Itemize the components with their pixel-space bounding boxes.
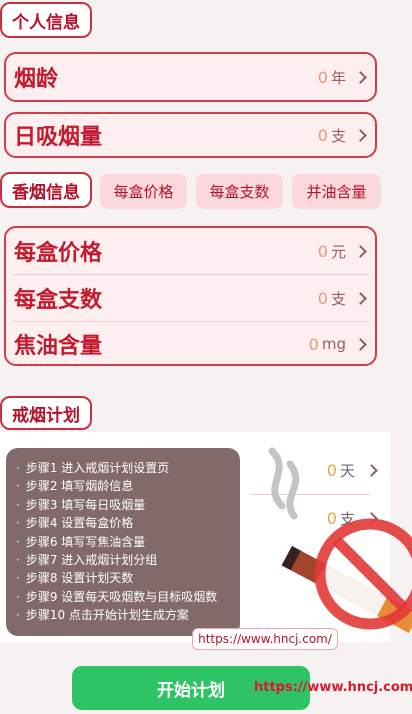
- watermark-url: https://www.hncj.com/: [192, 628, 338, 650]
- step-item: 步骤4 设置每盒价格: [16, 514, 230, 532]
- chip-count[interactable]: 每盒支数: [196, 174, 283, 209]
- step-item: 步骤6 填写写焦油含量: [16, 533, 230, 551]
- tar-unit: mg: [321, 335, 346, 353]
- daily-smoking-label: 日吸烟量: [14, 125, 103, 150]
- daily-smoking-card[interactable]: 日吸烟量 0 支: [4, 112, 377, 158]
- steps-overlay: 步骤1 进入戒烟计划设置页 步骤2 填写烟龄信息 步骤3 填写每日吸烟量 步骤4…: [6, 448, 240, 636]
- smoke-icon: [268, 447, 300, 520]
- chevron-right-icon: [354, 244, 367, 258]
- tar-label: 焦油含量: [14, 334, 103, 359]
- step-item: 步骤7 进入戒烟计划分组: [16, 551, 230, 569]
- quit-plan-title: 戒烟计划: [0, 396, 92, 430]
- step-item: 步骤1 进入戒烟计划设置页: [16, 459, 230, 477]
- step-item: 步骤2 填写烟龄信息: [16, 477, 230, 495]
- count-value: 0: [317, 288, 328, 308]
- price-row[interactable]: 每盒价格 0 元: [6, 228, 375, 274]
- chevron-right-icon: [354, 337, 367, 351]
- personal-info-title: 个人信息: [0, 2, 92, 38]
- corner-watermark-url: https://www.hncj.com/: [254, 680, 412, 695]
- price-value: 0: [317, 241, 328, 261]
- chevron-right-icon: [354, 70, 367, 84]
- daily-smoking-unit: 支: [330, 126, 346, 145]
- step-item: 步骤8 设置计划天数: [16, 569, 230, 587]
- count-row[interactable]: 每盒支数 0 支: [6, 275, 375, 321]
- cigarette-info-card: 每盒价格 0 元 每盒支数 0 支 焦油含量 0 mg: [4, 226, 377, 366]
- count-unit: 支: [330, 289, 346, 308]
- chip-price[interactable]: 每盒价格: [100, 174, 187, 209]
- price-unit: 元: [330, 242, 346, 261]
- step-item: 步骤10 点击开始计划生成方案: [16, 606, 230, 624]
- tar-value: 0: [308, 334, 319, 354]
- cigarette-info-title: 香烟信息: [0, 172, 92, 208]
- count-label: 每盒支数: [14, 288, 103, 313]
- tar-row[interactable]: 焦油含量 0 mg: [6, 322, 375, 366]
- smoking-years-label: 烟龄: [14, 67, 59, 92]
- smoking-years-unit: 年: [330, 68, 346, 87]
- chevron-right-icon: [354, 291, 367, 305]
- daily-smoking-value: 0: [317, 125, 328, 145]
- smoking-years-card[interactable]: 烟龄 0 年: [4, 52, 377, 102]
- step-item: 步骤3 填写每日吸烟量: [16, 496, 230, 514]
- step-item: 步骤9 设置每天吸烟数与目标吸烟数: [16, 588, 230, 606]
- smoking-years-value: 0: [317, 67, 328, 87]
- chip-tar[interactable]: 并油含量: [292, 174, 381, 209]
- chevron-right-icon: [354, 128, 367, 142]
- price-label: 每盒价格: [14, 241, 103, 266]
